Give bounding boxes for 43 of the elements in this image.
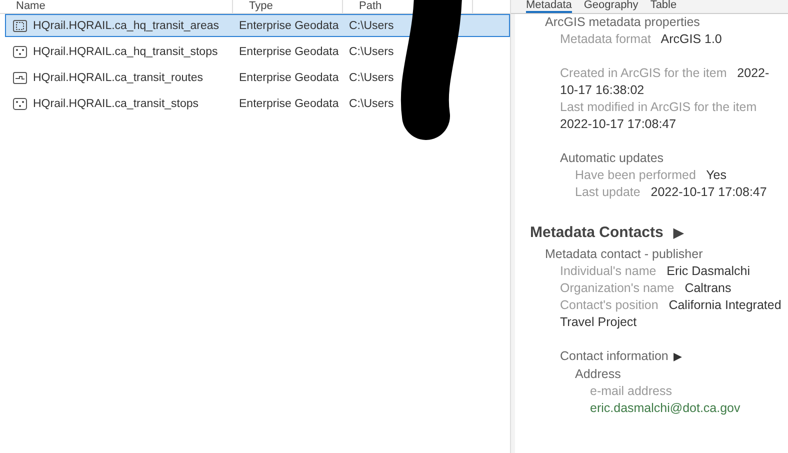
line-layer-icon	[13, 72, 27, 84]
group-title: Contact information	[560, 349, 668, 363]
point-layer-icon	[13, 98, 27, 110]
type-cell-text: Enterprise Geodata	[238, 46, 340, 58]
panel-tab[interactable]: Table	[650, 0, 677, 13]
metadata-field: Last update 2022-10-17 17:08:47	[575, 184, 782, 201]
type-cell-text: Enterprise Geodata	[238, 20, 340, 32]
email-link[interactable]: eric.dasmalchi@dot.ca.gov	[590, 401, 740, 415]
section-heading: Metadata Contacts	[530, 224, 664, 241]
column-header[interactable]: Name	[0, 0, 233, 13]
path-cell-text: C:\Users	[348, 20, 395, 32]
group-title: ArcGIS metadata properties	[545, 15, 700, 29]
point-layer-icon	[13, 46, 27, 58]
layer-name: HQrail.HQRAIL.ca_transit_stops	[33, 98, 199, 110]
field-label: e-mail address	[590, 384, 672, 398]
table-row[interactable]: HQrail.HQRAIL.ca_transit_routes Enterprise Geodata C:\Users	[5, 66, 510, 89]
metadata-field: Have been performed Yes	[575, 167, 782, 184]
metadata-field: Created in ArcGIS for the item 2022-10-17 16:38:02	[560, 65, 782, 99]
path-cell-text: C:\Users	[348, 46, 395, 58]
layer-name: HQrail.HQRAIL.ca_hq_transit_stops	[33, 46, 218, 58]
type-cell-text: Enterprise Geodata	[238, 98, 340, 110]
type-cell-text: Enterprise Geodata	[238, 72, 340, 84]
column-header[interactable]: Type	[233, 0, 343, 13]
group-title: Automatic updates	[560, 151, 664, 165]
table-row[interactable]: HQrail.HQRAIL.ca_hq_transit_stops Enterprise Geodata C:\Users	[5, 40, 510, 63]
metadata-field: Last modified in ArcGIS for the item 2022-10-17 17:08:47	[560, 99, 782, 133]
metadata-field: Individual's name Eric Dasmalchi	[560, 263, 782, 280]
expand-toggle[interactable]: ▶	[673, 351, 682, 363]
polygon-layer-icon	[13, 20, 27, 32]
path-cell-text: C:\Users	[348, 72, 395, 84]
table-row[interactable]: HQrail.HQRAIL.ca_hq_transit_areas Enterprise Geodata C:\Users	[5, 14, 510, 37]
group-title: Metadata contact - publisher	[545, 247, 703, 261]
metadata-field: Organization's name Caltrans	[560, 280, 782, 297]
layer-name: HQrail.HQRAIL.ca_transit_routes	[33, 72, 204, 84]
panel-tab[interactable]: Geography	[584, 0, 638, 13]
column-header[interactable]: Path	[343, 0, 473, 13]
group-title: Address	[575, 367, 621, 381]
layer-name: HQrail.HQRAIL.ca_hq_transit_areas	[33, 20, 219, 32]
metadata-field: Contact's position California Integrated Travel Project	[560, 297, 782, 331]
path-cell-text: C:\Users	[348, 98, 395, 110]
expand-toggle[interactable]: ▶	[673, 225, 684, 240]
metadata-field: Metadata format ArcGIS 1.0	[560, 31, 782, 48]
table-row[interactable]: HQrail.HQRAIL.ca_transit_stops Enterprise Geodata C:\Users	[5, 92, 510, 115]
